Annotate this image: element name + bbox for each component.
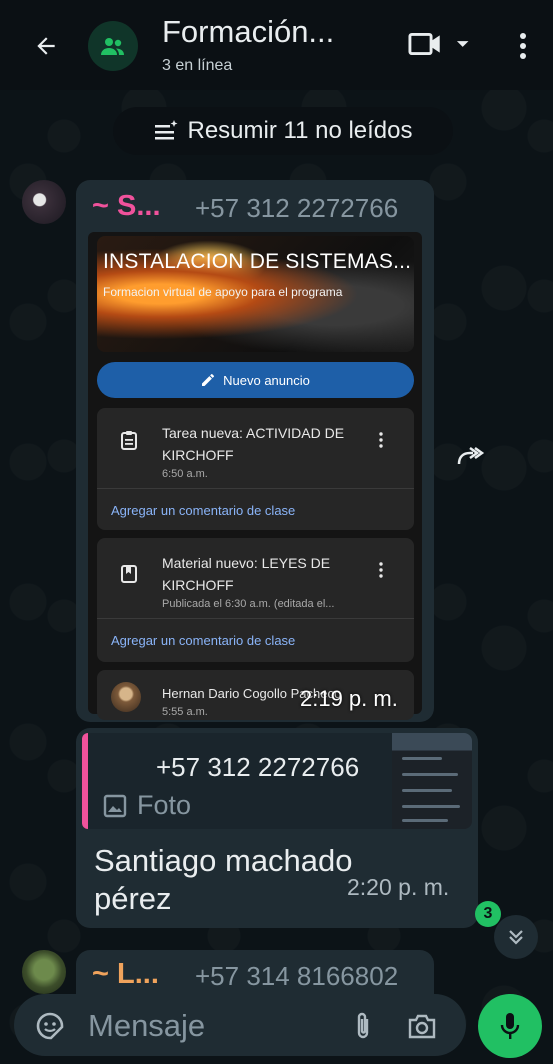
post-meta: 6:50 a.m. [162, 468, 208, 480]
sender-name[interactable]: ~ S... [92, 190, 161, 223]
kebab-icon [376, 560, 386, 580]
quoted-type-label: Foto [137, 790, 192, 820]
new-announcement-button: Nuevo anuncio [97, 362, 414, 398]
divider [97, 618, 414, 619]
video-camera-icon [408, 32, 440, 56]
summarize-unread-button[interactable]: Resumir 11 no leídos [113, 107, 453, 155]
message-time: 2:19 p. m. [300, 686, 398, 711]
quoted-type: Foto [103, 790, 191, 821]
back-arrow-icon[interactable] [26, 26, 66, 66]
post-title: Material nuevo: LEYES DE KIRCHOFF [162, 555, 331, 593]
banner-title: INSTALACION DE SISTEMAS... [103, 250, 412, 273]
chevron-down-icon [456, 41, 469, 47]
sender-phone: +57 314 8166802 [195, 961, 399, 991]
paperclip-icon[interactable] [348, 1008, 378, 1044]
camera-icon[interactable] [404, 1008, 440, 1044]
online-status: 3 en línea [162, 57, 233, 74]
avatar[interactable] [22, 950, 66, 994]
post-time: 5:55 a.m. [162, 706, 208, 718]
quoted-sender-phone: +57 312 2272766 [156, 752, 360, 782]
sender-name[interactable]: ~ L... [92, 958, 159, 991]
divider [97, 488, 414, 489]
class-comment-link: Agregar un comentario de clase [111, 503, 296, 518]
message-input[interactable] [88, 1004, 328, 1048]
more-options-icon[interactable] [508, 26, 538, 66]
post-title: Tarea nueva: ACTIVIDAD DE KIRCHOFF [162, 425, 345, 463]
forward-icon[interactable] [450, 436, 490, 476]
microphone-icon [500, 1013, 520, 1039]
quote-accent-bar [82, 733, 88, 829]
kebab-icon [376, 430, 386, 450]
video-call-button[interactable] [408, 28, 470, 60]
post-meta: Publicada el 6:30 a.m. (editada el... [162, 598, 335, 610]
double-chevron-down-icon [509, 930, 523, 945]
sender-phone: +57 312 2272766 [195, 193, 399, 223]
photo-icon [103, 794, 127, 817]
banner-subtitle: Formacion virtual de apoyo para el progr… [103, 285, 343, 299]
chat-header: Formación... 3 en línea [0, 0, 553, 90]
assignment-icon [117, 428, 141, 452]
sticker-icon[interactable] [34, 1010, 66, 1042]
group-avatar[interactable] [88, 21, 138, 71]
message-time: 2:20 p. m. [347, 874, 450, 900]
microphone-button[interactable] [478, 994, 542, 1058]
scroll-to-bottom-button[interactable] [494, 915, 538, 959]
pencil-icon [202, 373, 215, 386]
summary-list-icon [154, 120, 177, 140]
avatar [111, 682, 141, 712]
class-comment-link: Agregar un comentario de clase [111, 633, 296, 648]
chat-title[interactable]: Formación... [162, 14, 334, 50]
avatar[interactable] [22, 180, 66, 224]
unread-count-badge: 3 [475, 901, 501, 927]
announce-label: Nuevo anuncio [223, 372, 310, 388]
material-icon [117, 562, 141, 586]
quoted-thumbnail [392, 733, 472, 829]
group-icon [101, 38, 124, 55]
summary-label: Resumir 11 no leídos [187, 117, 413, 144]
